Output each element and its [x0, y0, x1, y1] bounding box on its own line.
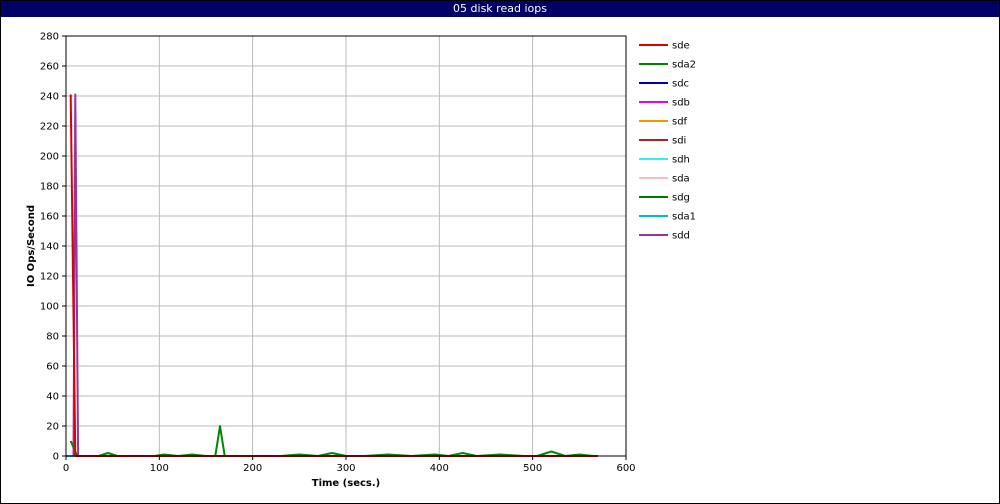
y-tick-label: 260: [40, 62, 59, 73]
grid-lines: [66, 36, 626, 456]
x-tick-label: 500: [523, 463, 542, 474]
y-tick-label: 60: [46, 362, 59, 373]
y-tick-label: 40: [46, 392, 59, 403]
y-tick-label: 180: [40, 182, 59, 193]
x-tick-label: 400: [430, 463, 449, 474]
chart-svg: 0 20 40 60 80 100 120 140 160 180 200 220 240 260 280 0…: [26, 32, 696, 490]
legend-label-sdh: sdh: [672, 155, 690, 166]
legend-label-sda1: sda1: [672, 212, 696, 223]
y-tick-label: 200: [40, 152, 59, 163]
x-axis-label: Time (secs.): [312, 478, 381, 489]
y-axis-label: IO Ops/Second: [26, 205, 37, 287]
series-line-sda2: [69, 425, 598, 457]
y-tick-label: 80: [46, 332, 59, 343]
tick-labels: 0 20 40 60 80 100 120 140 160 180 200 220 240 260 280 0…: [40, 32, 636, 475]
y-tick-label: 0: [53, 452, 59, 463]
y-tick-label: 240: [40, 92, 59, 103]
y-tick-label: 160: [40, 212, 59, 223]
legend-label-sda2: sda2: [672, 60, 696, 71]
series-line-sde: [69, 94, 598, 457]
legend-label-sdd: sdd: [672, 231, 690, 242]
x-tick-label: 600: [616, 463, 635, 474]
series-line-sdd: [72, 93, 598, 457]
series-lines: [66, 93, 598, 457]
legend-label-sdi: sdi: [672, 136, 686, 147]
y-tick-label: 100: [40, 302, 59, 313]
y-tick-label: 220: [40, 122, 59, 133]
legend-label-sde: sde: [672, 41, 690, 52]
x-tick-label: 300: [336, 463, 355, 474]
x-tick-label: 0: [63, 463, 69, 474]
x-tick-label: 100: [150, 463, 169, 474]
y-tick-label: 120: [40, 272, 59, 283]
y-tick-label: 280: [40, 32, 59, 43]
chart-window: 05 disk read iops 0 20 40 60 80 100 120 140 160 1…: [0, 0, 1000, 504]
legend-label-sdg: sdg: [672, 193, 690, 204]
legend: sde sda2 sdc sdb sdf sdi sdh sda sdg sda1 sdd: [639, 41, 696, 242]
y-tick-label: 140: [40, 242, 59, 253]
y-tick-label: 20: [46, 422, 59, 433]
x-tick-label: 200: [243, 463, 262, 474]
legend-label-sda: sda: [672, 174, 690, 185]
legend-label-sdc: sdc: [672, 79, 689, 90]
legend-label-sdb: sdb: [672, 98, 690, 109]
legend-label-sdf: sdf: [672, 117, 688, 128]
